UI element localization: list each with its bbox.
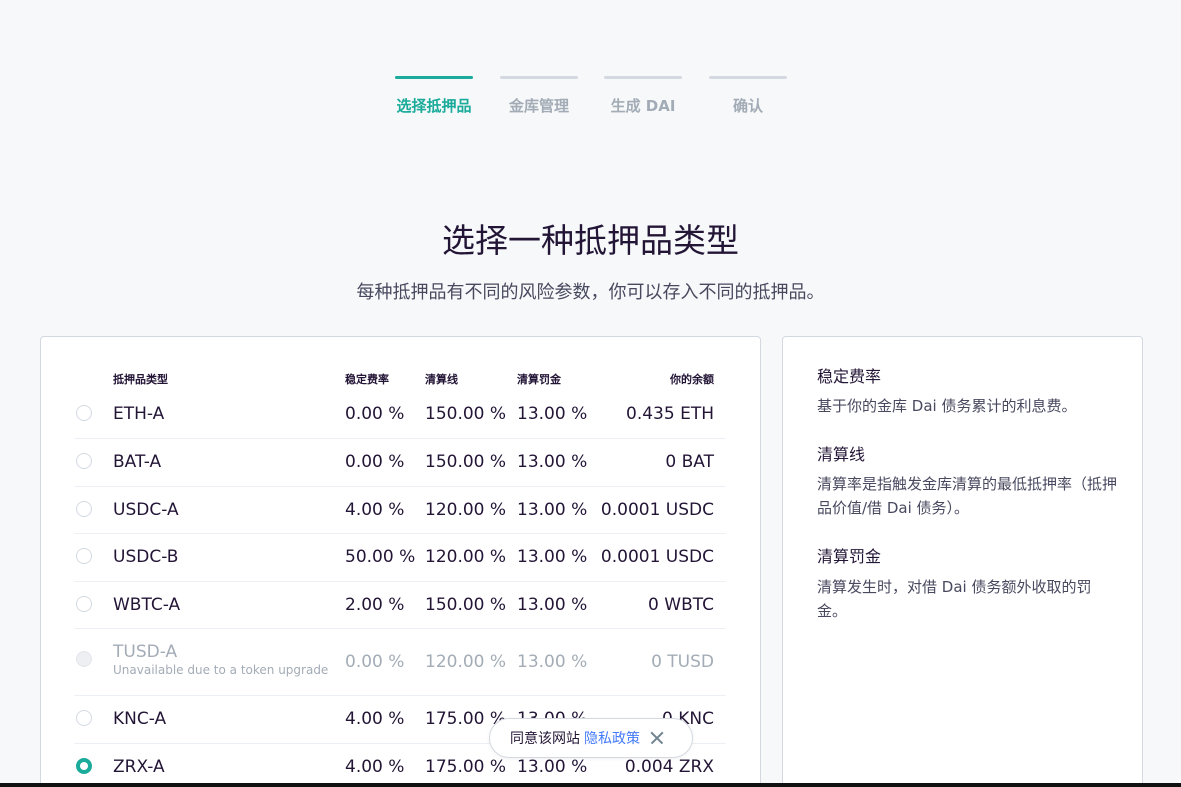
radio-button[interactable] — [76, 405, 92, 421]
step-label: 选择抵押品 — [396, 97, 472, 115]
balance: 0.0001 USDC — [600, 547, 714, 567]
stability-fee: 4.00 % — [345, 500, 405, 520]
step-bar — [709, 76, 787, 79]
collateral-type: ETH-A — [113, 404, 165, 424]
window-bottom-edge — [0, 783, 1181, 787]
collateral-type: KNC-A — [113, 709, 167, 729]
balance: 0 TUSD — [651, 652, 714, 672]
balance: 0 WBTC — [648, 595, 714, 615]
radio-button[interactable] — [76, 501, 92, 517]
balance: 0.004 ZRX — [624, 757, 714, 777]
radio-button-selected[interactable] — [76, 758, 92, 774]
stability-fee: 0.00 % — [345, 404, 405, 424]
liquidation-penalty: 13.00 % — [517, 404, 588, 424]
radio-button[interactable] — [76, 710, 92, 726]
unavailable-note: Unavailable due to a token upgrade — [113, 663, 329, 677]
radio-button — [76, 651, 92, 667]
stability-fee: 0.00 % — [345, 452, 405, 472]
column-header-liq-penalty: 清算罚金 — [517, 373, 561, 386]
table-header: 抵押品类型 稳定费率 清算线 清算罚金 你的余额 — [41, 371, 760, 387]
liquidation-penalty: 13.00 % — [517, 547, 588, 567]
step-bar — [604, 76, 682, 79]
collateral-type: WBTC-A — [113, 595, 181, 615]
table-row-tusd-a: TUSD-A Unavailable due to a token upgrad… — [74, 629, 726, 696]
liquidation-ratio: 175.00 % — [425, 757, 507, 777]
step-label: 确认 — [732, 97, 763, 115]
step-confirm[interactable]: 确认 — [709, 76, 787, 116]
privacy-policy-link[interactable]: 隐私政策 — [584, 728, 640, 748]
cookie-toast: 同意该网站 隐私政策 — [489, 718, 693, 758]
info-text-liquidation-penalty: 清算发生时，对借 Dai 债务额外收取的罚金。 — [817, 578, 1092, 620]
table-row-wbtc-a[interactable]: WBTC-A 2.00 % 150.00 % 13.00 % 0 WBTC — [74, 582, 726, 629]
info-title-liquidation-ratio: 清算线 — [817, 445, 866, 464]
stability-fee: 0.00 % — [345, 652, 405, 672]
collateral-type: ZRX-A — [113, 757, 165, 777]
stability-fee: 4.00 % — [345, 709, 405, 729]
table-row-usdc-b[interactable]: USDC-B 50.00 % 120.00 % 13.00 % 0.0001 U… — [74, 534, 726, 582]
liquidation-ratio: 120.00 % — [425, 652, 507, 672]
step-generate-dai[interactable]: 生成 DAI — [604, 76, 682, 116]
collateral-type: TUSD-A — [113, 642, 178, 662]
info-text-liquidation-ratio: 清算率是指触发金库清算的最低抵押率（抵押品价值/借 Dai 债务）。 — [817, 475, 1118, 517]
balance: 0 BAT — [665, 452, 714, 472]
table-row-bat-a[interactable]: BAT-A 0.00 % 150.00 % 13.00 % 0 BAT — [74, 439, 726, 487]
liquidation-penalty: 13.00 % — [517, 757, 588, 777]
liquidation-ratio: 120.00 % — [425, 547, 507, 567]
liquidation-ratio: 120.00 % — [425, 500, 507, 520]
column-header-balance: 你的余额 — [670, 373, 714, 386]
balance: 0.0001 USDC — [600, 500, 714, 520]
liquidation-penalty: 13.00 % — [517, 452, 588, 472]
column-header-fee: 稳定费率 — [345, 373, 389, 386]
stepper: 选择抵押品 金库管理 生成 DAI 确认 — [0, 76, 1181, 116]
radio-button[interactable] — [76, 453, 92, 469]
liquidation-penalty: 13.00 % — [517, 595, 588, 615]
column-header-type: 抵押品类型 — [113, 373, 168, 386]
close-icon[interactable] — [650, 731, 664, 745]
collateral-type: BAT-A — [113, 452, 162, 472]
stability-fee: 2.00 % — [345, 595, 405, 615]
info-title-stability-fee: 稳定费率 — [817, 367, 882, 386]
info-title-liquidation-penalty: 清算罚金 — [817, 547, 882, 566]
balance: 0.435 ETH — [626, 404, 714, 424]
radio-button[interactable] — [76, 596, 92, 612]
liquidation-penalty: 13.00 % — [517, 500, 588, 520]
page-subtitle: 每种抵押品有不同的风险参数，你可以存入不同的抵押品。 — [356, 282, 825, 303]
column-header-liq-ratio: 清算线 — [425, 373, 458, 386]
liquidation-ratio: 150.00 % — [425, 452, 507, 472]
radio-button[interactable] — [76, 548, 92, 564]
table-row-usdc-a[interactable]: USDC-A 4.00 % 120.00 % 13.00 % 0.0001 US… — [74, 487, 726, 534]
liquidation-penalty: 13.00 % — [517, 652, 588, 672]
liquidation-ratio: 150.00 % — [425, 595, 507, 615]
collateral-type: USDC-B — [113, 547, 179, 567]
info-text-stability-fee: 基于你的金库 Dai 债务累计的利息费。 — [817, 397, 1077, 415]
step-vault-management[interactable]: 金库管理 — [500, 76, 578, 116]
step-bar — [500, 76, 578, 79]
table-row-eth-a[interactable]: ETH-A 0.00 % 150.00 % 13.00 % 0.435 ETH — [74, 391, 726, 439]
collateral-type: USDC-A — [113, 500, 179, 520]
step-label: 金库管理 — [508, 97, 569, 115]
step-label: 生成 DAI — [610, 97, 676, 115]
stability-fee: 4.00 % — [345, 757, 405, 777]
liquidation-ratio: 150.00 % — [425, 404, 507, 424]
page-title: 选择一种抵押品类型 — [442, 221, 739, 260]
step-bar — [395, 76, 473, 79]
info-panel: 稳定费率 基于你的金库 Dai 债务累计的利息费。 清算线 清算率是指触发金库清… — [782, 336, 1143, 787]
stability-fee: 50.00 % — [345, 547, 416, 567]
step-select-collateral[interactable]: 选择抵押品 — [395, 76, 473, 116]
cookie-text: 同意该网站 — [510, 731, 580, 747]
